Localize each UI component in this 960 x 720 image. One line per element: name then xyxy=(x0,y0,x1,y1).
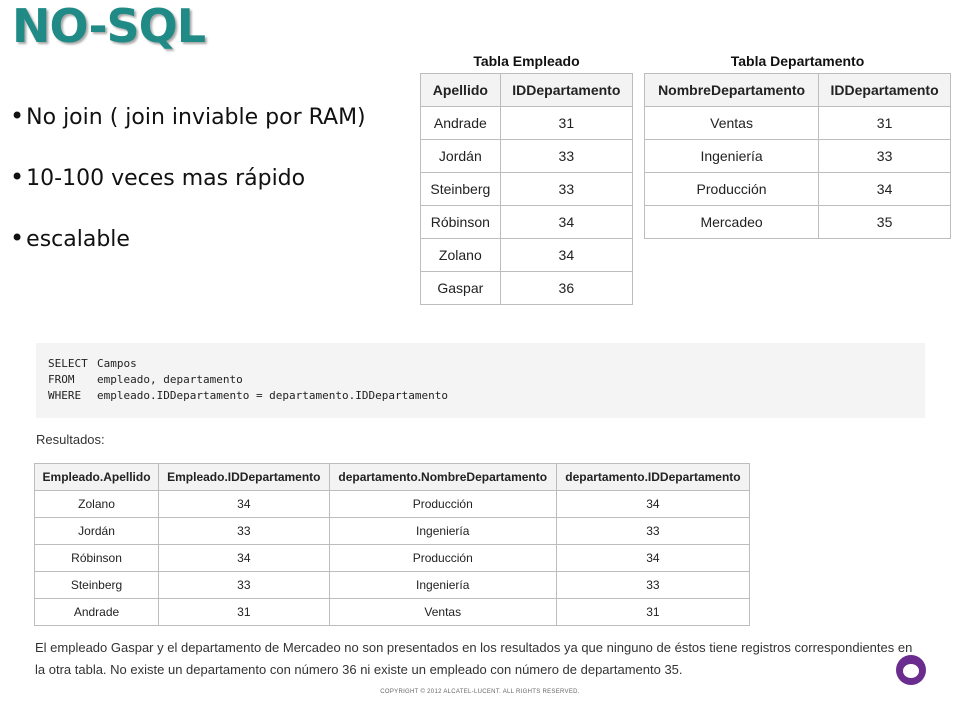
table-cell: Producción xyxy=(328,544,557,572)
code-line: FROM empleado, departamento xyxy=(48,372,925,388)
table-header-cell: Empleado.Apellido xyxy=(33,463,160,491)
table-row: Jordán 33 xyxy=(420,139,634,173)
slide-title: NO-SQL xyxy=(12,0,206,53)
table-cell: Jordán xyxy=(33,517,160,545)
table-cell: 33 xyxy=(555,571,751,599)
table-row: Róbinson 34 xyxy=(420,205,634,239)
bullet-dot-icon: • xyxy=(10,102,25,130)
table-cell: Ingeniería xyxy=(328,571,557,599)
table-cell: 34 xyxy=(158,490,330,518)
table-row: Róbinson 34 Producción 34 xyxy=(33,544,751,572)
bullet-text: 10-100 veces mas rápido xyxy=(26,166,306,191)
departamento-table: NombreDepartamento IDDepartamento Ventas… xyxy=(643,73,951,239)
table-cell: 33 xyxy=(158,517,330,545)
table-cell: Andrade xyxy=(420,106,501,140)
bullet-text: No join ( join inviable por RAM) xyxy=(26,105,366,130)
results-table: Empleado.Apellido Empleado.IDDepartament… xyxy=(33,463,751,626)
table-cell: 34 xyxy=(555,490,751,518)
bullet-item: •escalable xyxy=(10,218,366,279)
table-header-row: NombreDepartamento IDDepartamento xyxy=(643,73,951,107)
table-cell: 33 xyxy=(818,139,951,173)
table-cell: Producción xyxy=(328,490,557,518)
sql-text: empleado.IDDepartamento = departamento.I… xyxy=(97,389,448,402)
table-cell: 34 xyxy=(499,238,634,272)
bullet-item: •No join ( join inviable por RAM) xyxy=(10,96,366,157)
table-header-cell: IDDepartamento xyxy=(499,73,634,107)
bullet-dot-icon: • xyxy=(10,163,25,191)
table-row: Zolano 34 xyxy=(420,238,634,272)
table-row: Steinberg 33 Ingeniería 33 xyxy=(33,571,751,599)
table-row: Zolano 34 Producción 34 xyxy=(33,490,751,518)
bullet-item: •10-100 veces mas rápido xyxy=(10,157,366,218)
table-header-cell: departamento.NombreDepartamento xyxy=(328,463,557,491)
table-header-cell: Apellido xyxy=(420,73,501,107)
table-row: Ventas 31 xyxy=(643,106,951,140)
table-cell: Steinberg xyxy=(33,571,160,599)
table-cell: 34 xyxy=(555,544,751,572)
table-cell: Ventas xyxy=(328,598,557,626)
table-header-cell: NombreDepartamento xyxy=(643,73,820,107)
code-line: WHERE empleado.IDDepartamento = departame… xyxy=(48,388,925,404)
table-cell: 33 xyxy=(499,172,634,206)
table-cell: Jordán xyxy=(420,139,501,173)
table-row: Jordán 33 Ingeniería 33 xyxy=(33,517,751,545)
table-cell: 34 xyxy=(158,544,330,572)
sql-code-block: SELECT Campos FROM empleado, departamento … xyxy=(36,343,925,418)
bullet-list: •No join ( join inviable por RAM) •10-10… xyxy=(10,96,366,279)
table-header-row: Empleado.Apellido Empleado.IDDepartament… xyxy=(33,463,751,491)
table-cell: Róbinson xyxy=(420,205,501,239)
copyright-footer: COPYRIGHT © 2012 ALCATEL-LUCENT. ALL RIG… xyxy=(380,689,580,695)
sql-keyword: FROM xyxy=(48,373,75,386)
table-row: Steinberg 33 xyxy=(420,172,634,206)
table-cell: 31 xyxy=(818,106,951,140)
table-cell: Gaspar xyxy=(420,271,501,305)
table-row: Andrade 31 xyxy=(420,106,634,140)
table-cell: 31 xyxy=(158,598,330,626)
table-cell: 33 xyxy=(499,139,634,173)
table-cell: 35 xyxy=(818,205,951,239)
table-cell: Zolano xyxy=(420,238,501,272)
table-cell: 31 xyxy=(499,106,634,140)
bullet-text: escalable xyxy=(26,227,130,252)
table-header-cell: Empleado.IDDepartamento xyxy=(158,463,330,491)
empleado-table-caption: Tabla Empleado xyxy=(473,53,580,69)
sql-keyword: WHERE xyxy=(48,389,82,402)
table-cell: 33 xyxy=(555,517,751,545)
empleado-table: Apellido IDDepartamento Andrade 31 Jordán… xyxy=(420,73,634,305)
table-cell: Steinberg xyxy=(420,172,501,206)
explanation-paragraph: El empleado Gaspar y el departamento de … xyxy=(35,640,913,677)
table-cell: 31 xyxy=(555,598,751,626)
logo-inner-shape xyxy=(903,664,919,678)
results-label: Resultados: xyxy=(36,432,105,447)
table-cell: 33 xyxy=(158,571,330,599)
table-cell: Ventas xyxy=(643,106,820,140)
table-row: Mercadeo 35 xyxy=(643,205,951,239)
table-cell: 36 xyxy=(499,271,634,305)
sql-keyword: SELECT xyxy=(48,357,88,370)
table-header-row: Apellido IDDepartamento xyxy=(420,73,634,107)
table-row: Ingeniería 33 xyxy=(643,139,951,173)
table-cell: Ingeniería xyxy=(328,517,557,545)
departamento-table-caption: Tabla Departamento xyxy=(730,53,865,69)
table-cell: Ingeniería xyxy=(643,139,820,173)
table-row: Andrade 31 Ventas 31 xyxy=(33,598,751,626)
table-cell: 34 xyxy=(499,205,634,239)
bullet-dot-icon: • xyxy=(10,224,25,252)
table-cell: Róbinson xyxy=(33,544,160,572)
table-row: Gaspar 36 xyxy=(420,271,634,305)
table-cell: Mercadeo xyxy=(643,205,820,239)
sql-text: empleado, departamento xyxy=(97,373,243,386)
alcatel-lucent-logo-icon xyxy=(896,655,926,685)
table-cell: Zolano xyxy=(33,490,160,518)
table-header-cell: departamento.IDDepartamento xyxy=(555,463,751,491)
code-line: SELECT Campos xyxy=(48,356,925,372)
table-cell: Andrade xyxy=(33,598,160,626)
sql-text: Campos xyxy=(97,357,137,370)
table-cell: 34 xyxy=(818,172,951,206)
table-cell: Producción xyxy=(643,172,820,206)
table-row: Producción 34 xyxy=(643,172,951,206)
table-header-cell: IDDepartamento xyxy=(818,73,951,107)
